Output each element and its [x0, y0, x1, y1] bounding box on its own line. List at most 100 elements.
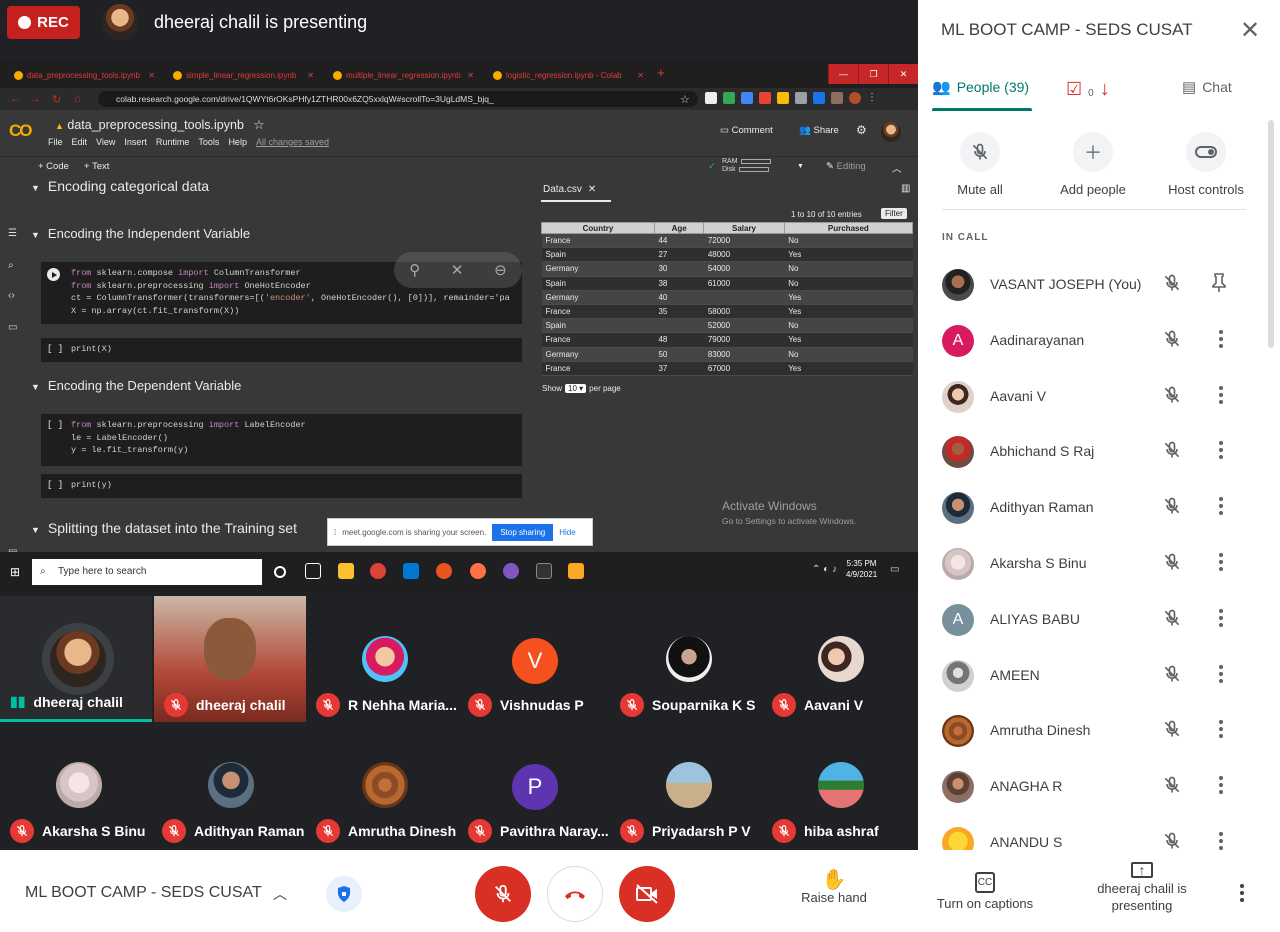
- participant-row[interactable]: A Aadinarayanan: [918, 313, 1280, 369]
- code-cell[interactable]: [ ] print(y): [41, 474, 522, 498]
- run-cell-bracket[interactable]: [ ]: [47, 344, 63, 354]
- mic-off-icon[interactable]: [1162, 496, 1182, 521]
- cortana-icon[interactable]: [274, 566, 286, 578]
- menu-tools[interactable]: Tools: [198, 137, 219, 147]
- close-tab-icon[interactable]: ✕: [307, 71, 320, 80]
- code-cell[interactable]: [ ] print(X): [41, 338, 522, 362]
- more-options-icon[interactable]: [1216, 773, 1226, 797]
- participant-video-tile[interactable]: dheeraj chalil: [154, 596, 306, 722]
- mic-off-icon[interactable]: [1162, 440, 1182, 465]
- app-icon[interactable]: [470, 563, 486, 579]
- minimize-icon[interactable]: —: [828, 64, 858, 84]
- chevron-up-icon[interactable]: ︿: [273, 884, 287, 904]
- more-options-icon[interactable]: [1216, 606, 1226, 630]
- more-options-icon[interactable]: [1216, 717, 1226, 741]
- participant-tile[interactable]: R Nehha Maria...: [306, 596, 458, 722]
- file-explorer-icon[interactable]: [338, 563, 354, 579]
- caret-down-icon[interactable]: ▼: [31, 183, 40, 193]
- browser-tab[interactable]: multiple_linear_regression.ipynb ✕: [325, 65, 480, 85]
- section-heading[interactable]: ▼ Encoding the Dependent Variable: [31, 378, 241, 393]
- extension-icon[interactable]: [831, 92, 843, 104]
- mic-off-icon[interactable]: [1162, 385, 1182, 410]
- taskbar-clock[interactable]: 5:35 PM 4/9/2021: [846, 558, 877, 580]
- app-icon[interactable]: [503, 563, 519, 579]
- participant-tile[interactable]: Adithyan Raman: [152, 722, 304, 848]
- tab-chat[interactable]: ▤ Chat: [1182, 78, 1232, 96]
- ram-disk-indicator[interactable]: RAM Disk: [722, 158, 771, 174]
- filter-button[interactable]: Filter: [881, 208, 907, 219]
- participant-tile[interactable]: V Vishnudas P: [458, 596, 610, 722]
- participant-row[interactable]: Aavani V: [918, 369, 1280, 425]
- more-options-icon[interactable]: [1216, 550, 1226, 574]
- close-tab-icon[interactable]: ✕: [467, 71, 480, 80]
- run-cell-bracket[interactable]: [ ]: [47, 420, 63, 430]
- extension-icon[interactable]: [741, 92, 753, 104]
- participant-row[interactable]: Abhichand S Raj: [918, 424, 1280, 480]
- close-icon[interactable]: ✕: [1240, 19, 1260, 43]
- mic-off-icon[interactable]: [1162, 775, 1182, 800]
- task-view-icon[interactable]: [305, 563, 321, 579]
- more-options-icon[interactable]: [1216, 494, 1226, 518]
- participant-tile[interactable]: ▮▮ dheeraj chalil: [0, 596, 152, 722]
- caret-down-icon[interactable]: ▼: [31, 382, 40, 392]
- add-text-button[interactable]: + Text: [84, 161, 109, 172]
- home-icon[interactable]: ⌂: [74, 93, 81, 105]
- profile-icon[interactable]: [849, 92, 861, 104]
- menu-runtime[interactable]: Runtime: [156, 137, 190, 147]
- mute-all-button[interactable]: Mute all: [920, 132, 1040, 197]
- mic-toggle-button[interactable]: [475, 866, 531, 922]
- mic-off-icon[interactable]: [1162, 329, 1182, 354]
- extension-icon[interactable]: [777, 92, 789, 104]
- toc-icon[interactable]: ☰: [8, 228, 17, 239]
- section-heading[interactable]: ▼ Encoding the Independent Variable: [31, 226, 250, 241]
- security-shield-icon[interactable]: [326, 876, 362, 912]
- mic-off-icon[interactable]: [1162, 273, 1182, 298]
- section-heading[interactable]: ▼ Encoding categorical data: [31, 178, 209, 194]
- more-options-icon[interactable]: [1216, 662, 1226, 686]
- vscode-icon[interactable]: [403, 563, 419, 579]
- menu-dots-icon[interactable]: ⋮: [867, 92, 879, 104]
- menu-view[interactable]: View: [96, 137, 115, 147]
- maximize-icon[interactable]: ❐: [858, 64, 888, 84]
- present-now-button[interactable]: ↑ dheeraj chalil is presenting: [1094, 862, 1190, 914]
- mic-off-icon[interactable]: [1162, 719, 1182, 744]
- page-size-select[interactable]: 10 ▾: [565, 384, 587, 393]
- panel-scrollbar[interactable]: [1268, 120, 1274, 348]
- taskbar-search[interactable]: ⌕ Type here to search: [32, 559, 262, 585]
- column-header[interactable]: Country: [541, 222, 655, 234]
- code-snippets-icon[interactable]: ‹›: [8, 290, 15, 301]
- browser-tab[interactable]: simple_linear_regression.ipynb ✕: [165, 65, 320, 85]
- raise-hand-button[interactable]: ✋ Raise hand: [794, 870, 874, 906]
- column-header[interactable]: Salary: [703, 222, 785, 234]
- browser-tab[interactable]: logistic_regression.ipynb - Colab ✕: [485, 65, 650, 85]
- extension-icon[interactable]: [705, 92, 717, 104]
- tab-tasks[interactable]: ☑ 0 ↓: [1066, 78, 1110, 101]
- pin-icon[interactable]: ⚲: [409, 261, 420, 279]
- add-code-button[interactable]: + Code: [38, 161, 69, 172]
- caret-down-icon[interactable]: ▼: [31, 525, 40, 535]
- tab-people[interactable]: 👥 People (39): [932, 78, 1029, 96]
- chevron-down-icon[interactable]: ▼: [797, 163, 804, 170]
- stop-sharing-button[interactable]: Stop sharing: [492, 523, 554, 541]
- run-cell-bracket[interactable]: [ ]: [47, 480, 63, 490]
- chrome-icon[interactable]: [370, 563, 386, 579]
- remove-icon[interactable]: ⊖: [494, 261, 507, 279]
- mic-off-icon[interactable]: [1162, 831, 1182, 850]
- save-status[interactable]: All changes saved: [256, 137, 329, 147]
- star-icon[interactable]: ☆: [253, 118, 264, 132]
- more-options-icon[interactable]: [1216, 829, 1226, 850]
- data-csv-tab[interactable]: Data.csv ✕: [543, 184, 596, 195]
- epic-games-icon[interactable]: [536, 563, 552, 579]
- meeting-title[interactable]: ML BOOT CAMP - SEDS CUSAT: [25, 884, 262, 902]
- add-people-button[interactable]: ＋ Add people: [1033, 132, 1153, 197]
- participant-row[interactable]: Adithyan Raman: [918, 480, 1280, 536]
- camera-toggle-button[interactable]: [619, 866, 675, 922]
- participant-tile[interactable]: Aavani V: [762, 596, 914, 722]
- back-icon[interactable]: ←: [10, 93, 21, 105]
- share-button[interactable]: 👥 Share: [799, 125, 839, 136]
- browser-tab[interactable]: data_preprocessing_tools.ipynb ✕: [6, 65, 161, 85]
- columns-icon[interactable]: ▥: [901, 183, 910, 194]
- system-tray[interactable]: ⌃ ◐ ♪: [812, 564, 837, 575]
- participant-tile[interactable]: Souparnika K S: [610, 596, 762, 722]
- comment-button[interactable]: ▭ Comment: [720, 125, 773, 136]
